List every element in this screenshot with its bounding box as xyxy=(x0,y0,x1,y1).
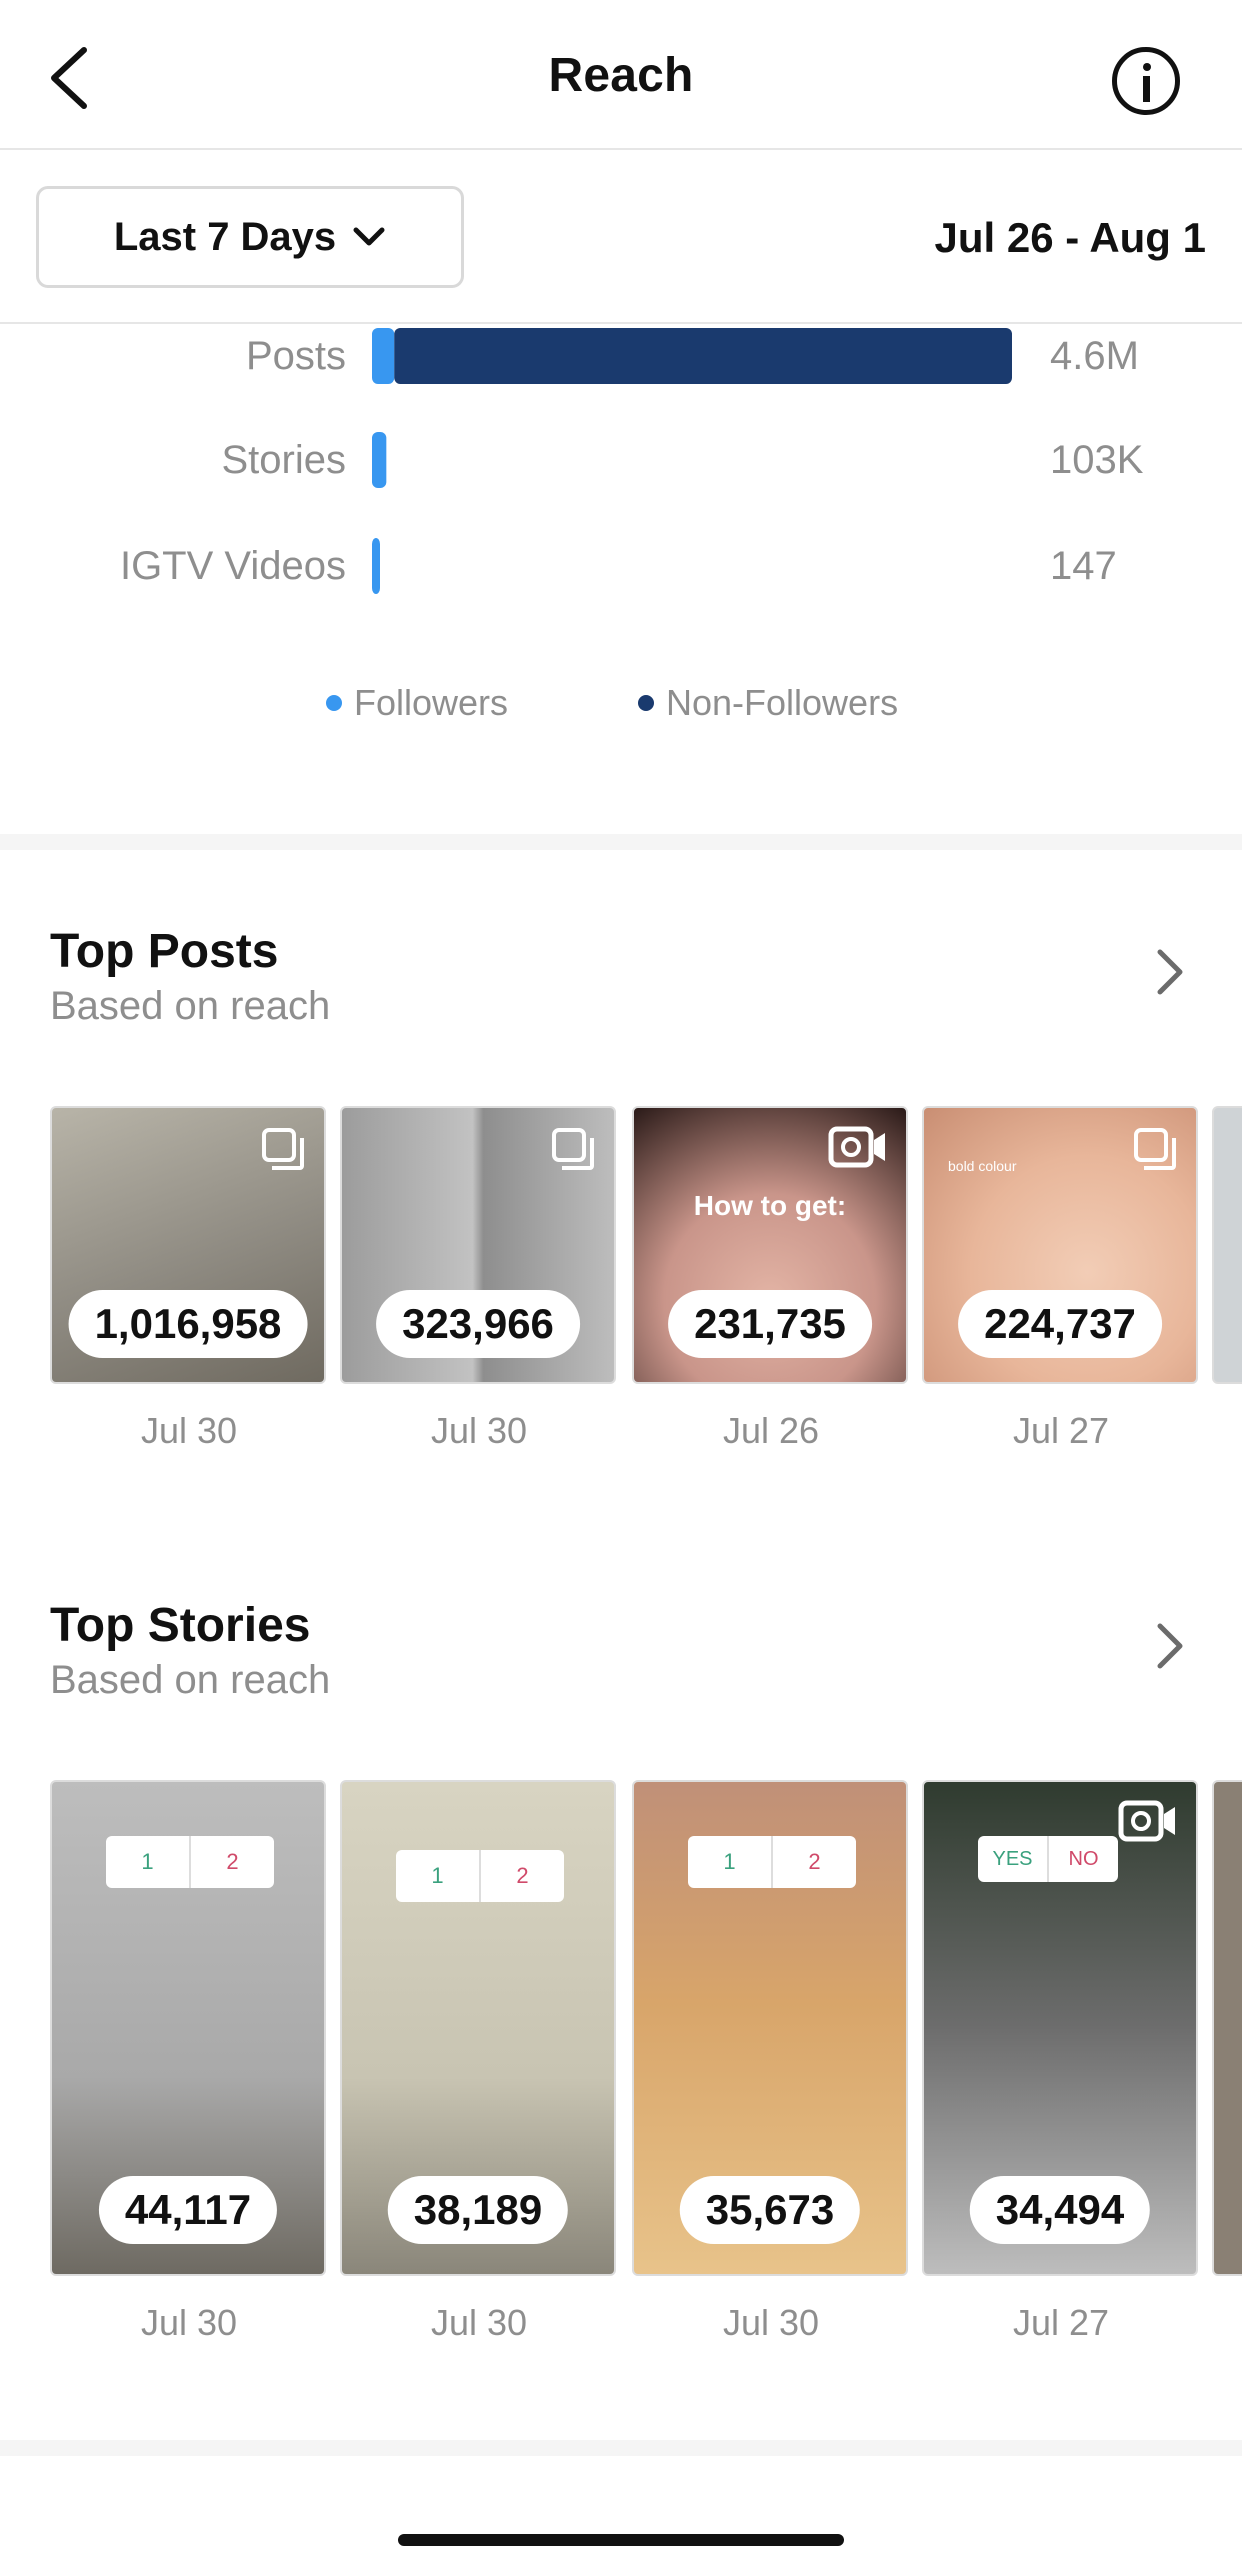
home-indicator[interactable] xyxy=(398,2534,844,2546)
legend-swatch-non-followers xyxy=(638,695,654,711)
post-reach-count: 1,016,958 xyxy=(68,1290,308,1358)
carousel-icon xyxy=(262,1128,304,1170)
chevron-right-icon xyxy=(1157,1623,1183,1669)
post-reach-count: 231,735 xyxy=(668,1290,872,1358)
story-date: Jul 27 xyxy=(1012,2302,1110,2343)
legend-label-followers: Followers xyxy=(354,682,509,723)
filter-row: Last 7 Days Jul 26 - Aug 1 xyxy=(0,152,1242,324)
video-icon xyxy=(1118,1800,1175,1842)
top-stories-subtitle: Based on reach xyxy=(50,1658,331,1702)
story-reach-count: 34,494 xyxy=(969,2176,1151,2244)
post-reach-count: 224,737 xyxy=(958,1290,1162,1358)
top-post-5-partial[interactable] xyxy=(1212,1106,1242,1384)
post-reach-count: 323,966 xyxy=(376,1290,580,1358)
info-circle-icon xyxy=(1143,63,1151,71)
legend-swatch-followers xyxy=(326,695,342,711)
top-stories-see-all[interactable] xyxy=(1150,1616,1190,1676)
post-date: Jul 30 xyxy=(430,1410,528,1451)
section-divider xyxy=(0,834,1242,850)
bar-posts-non-followers xyxy=(394,328,1012,384)
post-date: Jul 27 xyxy=(1012,1410,1110,1451)
reach-breakdown-chart: Posts Stories IGTV Videos 4.6M 103K 147 … xyxy=(0,326,1242,826)
top-posts-see-all[interactable] xyxy=(1150,942,1190,1002)
legend-label-non-followers: Non-Followers xyxy=(666,682,899,723)
top-posts-subtitle: Based on reach xyxy=(50,984,331,1028)
post-date: Jul 30 xyxy=(140,1410,238,1451)
bar-posts-followers xyxy=(372,328,395,384)
top-story-1[interactable]: 1 2 44,117 xyxy=(50,1780,326,2276)
section-divider xyxy=(0,2440,1242,2456)
row-value-igtv: 147 xyxy=(1050,544,1117,588)
bar-stories-followers xyxy=(372,432,387,488)
row-label-stories: Stories xyxy=(221,438,347,482)
story-reach-count: 38,189 xyxy=(387,2176,569,2244)
top-bar: Reach xyxy=(0,0,1242,150)
top-post-3[interactable]: How to get: 231,735 xyxy=(632,1106,908,1384)
post-overlay-text: bold colour xyxy=(948,1158,1017,1174)
story-reach-count: 44,117 xyxy=(98,2176,278,2244)
date-range-text: Jul 26 - Aug 1 xyxy=(934,214,1206,261)
poll-sticker: 1 2 xyxy=(396,1850,564,1902)
range-label: Last 7 Days xyxy=(113,214,337,259)
poll-sticker: YES NO xyxy=(978,1836,1118,1882)
legend-non-followers: Non-Followers xyxy=(638,682,898,724)
row-label-igtv: IGTV Videos xyxy=(119,544,346,588)
chevron-right-icon xyxy=(1157,949,1183,995)
top-story-4[interactable]: YES NO 34,494 xyxy=(922,1780,1198,2276)
legend-followers: Followers xyxy=(326,682,508,724)
info-button[interactable] xyxy=(1112,47,1180,115)
top-posts-title: Top Posts xyxy=(50,925,279,978)
carousel-icon xyxy=(1134,1128,1176,1170)
row-value-stories: 103K xyxy=(1050,438,1144,482)
row-label-posts: Posts xyxy=(245,334,346,378)
post-date: Jul 26 xyxy=(722,1410,820,1451)
video-icon xyxy=(828,1126,885,1168)
poll-sticker: 1 2 xyxy=(688,1836,856,1888)
top-post-4[interactable]: bold colour 224,737 xyxy=(922,1106,1198,1384)
post-overlay-text: How to get: xyxy=(693,1190,847,1221)
date-range-dropdown[interactable]: Last 7 Days xyxy=(36,186,464,288)
story-date: Jul 30 xyxy=(140,2302,238,2343)
top-story-5-partial[interactable] xyxy=(1212,1780,1242,2276)
top-post-2[interactable]: 323,966 xyxy=(340,1106,616,1384)
story-date: Jul 30 xyxy=(430,2302,528,2343)
story-reach-count: 35,673 xyxy=(679,2176,861,2244)
chevron-down-icon xyxy=(353,227,385,246)
top-post-1[interactable]: 1,016,958 xyxy=(50,1106,326,1384)
bar-igtv-videos-followers xyxy=(372,538,380,594)
top-story-3[interactable]: 1 2 35,673 xyxy=(632,1780,908,2276)
page-title: Reach xyxy=(548,49,694,102)
row-value-posts: 4.6M xyxy=(1050,334,1139,378)
poll-sticker: 1 2 xyxy=(106,1836,274,1888)
carousel-icon xyxy=(552,1128,594,1170)
story-date: Jul 30 xyxy=(722,2302,820,2343)
top-story-2[interactable]: 1 2 38,189 xyxy=(340,1780,616,2276)
top-stories-title: Top Stories xyxy=(50,1599,311,1652)
